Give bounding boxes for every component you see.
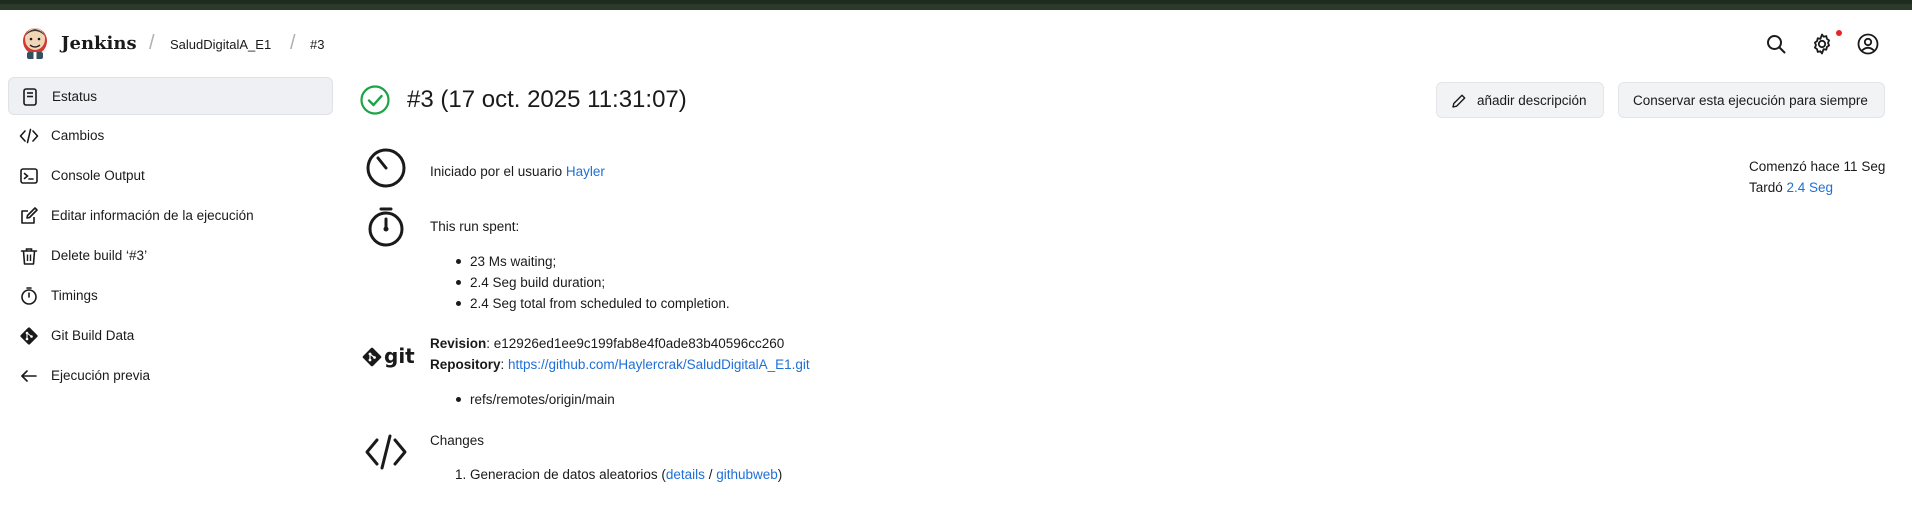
sidebar-item-label: Console Output bbox=[51, 168, 145, 183]
git-logo-icon bbox=[362, 347, 382, 367]
user-account-icon[interactable] bbox=[1856, 32, 1880, 56]
duration-prefix: Tardó bbox=[1749, 180, 1787, 195]
sidebar-item-label: Ejecución previa bbox=[51, 368, 151, 383]
timing-heading: This run spent: bbox=[430, 219, 520, 234]
browser-top-strip-inner bbox=[0, 0, 1912, 4]
sidebar-item-edit-build-info[interactable]: Editar información de la ejecución bbox=[8, 197, 333, 235]
code-icon bbox=[19, 128, 39, 144]
sidebar-item-cambios[interactable]: Cambios bbox=[8, 117, 333, 155]
sidebar-item-previous-build[interactable]: Ejecución previa bbox=[8, 357, 333, 395]
git-repository: Repository: https://github.com/Haylercra… bbox=[430, 357, 810, 372]
add-description-label: añadir descripción bbox=[1477, 93, 1587, 108]
terminal-icon bbox=[20, 168, 38, 184]
started-by-prefix: Iniciado por el usuario bbox=[430, 164, 566, 179]
git-ref: refs/remotes/origin/main bbox=[470, 392, 615, 407]
repository-url-link[interactable]: https://github.com/Haylercrak/SaludDigit… bbox=[508, 357, 810, 372]
change-number: 1. bbox=[455, 467, 467, 482]
repository-separator: : bbox=[500, 357, 509, 372]
sidebar-item-delete-build[interactable]: Delete build ‘#3’ bbox=[8, 237, 333, 275]
arrow-left-icon bbox=[21, 370, 37, 382]
sidebar-item-label: Cambios bbox=[51, 128, 105, 143]
browser-top-strip bbox=[0, 0, 1912, 10]
changes-code-icon bbox=[365, 434, 407, 470]
bullet bbox=[456, 301, 461, 306]
sidebar-item-timings[interactable]: Timings bbox=[8, 277, 333, 315]
sidebar-item-label: Estatus bbox=[52, 89, 98, 104]
duration-text: Tardó 2.4 Seg bbox=[1749, 180, 1833, 195]
started-by-timer-icon bbox=[366, 148, 406, 188]
top-header: Jenkins / SaludDigitalA_E1 / #3 bbox=[0, 10, 1912, 78]
started-ago-text: Comenzó hace 11 Seg bbox=[1749, 159, 1886, 174]
started-by-text: Iniciado por el usuario Hayler bbox=[430, 164, 605, 179]
sidebar-item-label: Timings bbox=[51, 288, 98, 303]
timing-item: 2.4 Seg build duration; bbox=[470, 275, 606, 290]
git-icon bbox=[20, 327, 38, 345]
change-close: ) bbox=[777, 467, 783, 482]
notification-dot bbox=[1836, 30, 1842, 36]
app-brand[interactable]: Jenkins bbox=[61, 33, 137, 54]
change-githubweb-link[interactable]: githubweb bbox=[716, 467, 778, 482]
document-icon bbox=[23, 88, 37, 106]
gear-icon[interactable] bbox=[1810, 32, 1834, 56]
sidebar-item-label: Delete build ‘#3’ bbox=[51, 248, 148, 263]
revision-value: : e12926ed1ee9c199fab8e4f0ade83b40596cc2… bbox=[486, 336, 785, 351]
success-check-icon bbox=[360, 85, 390, 115]
change-text: Generacion de datos aleatorios ( bbox=[470, 467, 666, 482]
repository-label: Repository bbox=[430, 357, 501, 372]
sidebar-item-git-build-data[interactable]: Git Build Data bbox=[8, 317, 333, 355]
stopwatch-icon bbox=[21, 287, 37, 305]
revision-label: Revision bbox=[430, 336, 487, 351]
add-description-button[interactable]: añadir descripción bbox=[1436, 82, 1604, 118]
pencil-icon bbox=[1452, 94, 1466, 108]
change-details-link[interactable]: details bbox=[666, 467, 705, 482]
run-time-stopwatch-icon bbox=[368, 207, 404, 247]
breadcrumb-separator: / bbox=[149, 32, 155, 54]
bullet bbox=[456, 259, 461, 264]
git-logo-text: git bbox=[384, 344, 415, 368]
keep-forever-label: Conservar esta ejecución para siempre bbox=[1633, 93, 1868, 108]
git-revision: Revision: e12926ed1ee9c199fab8e4f0ade83b… bbox=[430, 336, 784, 351]
timing-item: 23 Ms waiting; bbox=[470, 254, 557, 269]
keep-forever-button[interactable]: Conservar esta ejecución para siempre bbox=[1618, 82, 1885, 118]
breadcrumb-separator: / bbox=[290, 32, 296, 54]
breadcrumb-build[interactable]: #3 bbox=[310, 37, 324, 52]
search-icon[interactable] bbox=[1764, 32, 1788, 56]
edit-icon bbox=[21, 207, 38, 224]
sidebar-item-console-output[interactable]: Console Output bbox=[8, 157, 333, 195]
bullet bbox=[456, 397, 461, 402]
sidebar-item-estatus[interactable]: Estatus bbox=[8, 77, 333, 115]
started-by-user-link[interactable]: Hayler bbox=[566, 164, 605, 179]
build-title: #3 (17 oct. 2025 11:31:07) bbox=[407, 86, 687, 113]
sidebar-item-label: Git Build Data bbox=[51, 328, 135, 343]
sidebar-item-label: Editar información de la ejecución bbox=[51, 208, 254, 223]
duration-link[interactable]: 2.4 Seg bbox=[1787, 180, 1834, 195]
bullet bbox=[456, 280, 461, 285]
jenkins-logo-icon[interactable] bbox=[20, 24, 50, 60]
change-slash: / bbox=[704, 467, 717, 482]
timing-item: 2.4 Seg total from scheduled to completi… bbox=[470, 296, 730, 311]
breadcrumb-project[interactable]: SaludDigitalA_E1 bbox=[170, 37, 271, 52]
changes-heading: Changes bbox=[430, 433, 485, 448]
change-item: 1. Generacion de datos aleatorios (detai… bbox=[455, 467, 782, 482]
trash-icon bbox=[20, 248, 38, 265]
